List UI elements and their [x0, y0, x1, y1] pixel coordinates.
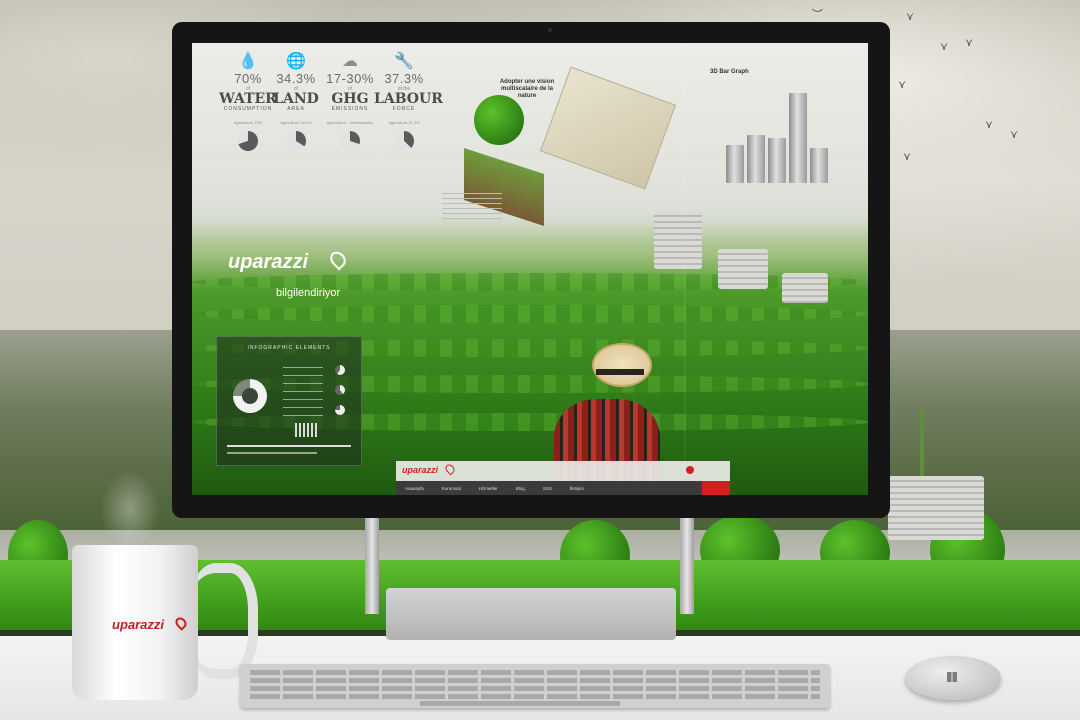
- crop-row: [192, 305, 868, 323]
- bar-3d: [726, 145, 744, 183]
- stat-title: LABOUR: [374, 91, 443, 107]
- navbar-logo[interactable]: uparazzi: [402, 465, 438, 475]
- stat-percent: 17-30%: [326, 71, 374, 86]
- bird-icon: ⋎: [898, 79, 907, 91]
- stat-pie: [394, 131, 414, 151]
- webcam-icon: [548, 28, 552, 32]
- stat-pie: [286, 131, 306, 151]
- glare: [684, 43, 686, 495]
- stat-pie: [238, 131, 258, 151]
- stat-subtitle: EMISSIONS: [331, 106, 369, 112]
- donut-chart-icon: [233, 379, 267, 413]
- stat-title: LAND: [273, 91, 319, 107]
- bar-3d: [810, 148, 828, 183]
- location-pin-icon: [327, 248, 349, 271]
- bird-icon: ⋎: [1010, 129, 1019, 141]
- tree-illustration: [474, 95, 524, 145]
- hat-band: [596, 369, 644, 375]
- stat-labour: 🔧 37.3% of the LABOUR FORCE Agriculture …: [374, 51, 443, 151]
- monitor-stand-arm: [365, 516, 379, 614]
- stat-percent: 37.3%: [384, 71, 424, 86]
- mug-logo: uparazzi: [112, 617, 165, 632]
- spacebar[interactable]: [420, 701, 620, 706]
- monitor-stand-arm: [680, 516, 694, 614]
- mini-pie-icon: [335, 405, 345, 415]
- mini-pie-icon: [335, 385, 345, 395]
- navbar-menu: Anasayfa Kurumsal Hizmetler Blog SSS İle…: [396, 481, 730, 495]
- bar-3d: [789, 93, 807, 183]
- menu-item-sss[interactable]: SSS: [534, 486, 561, 491]
- bird-icon: ⋎: [940, 41, 949, 53]
- progress-line: [227, 452, 317, 454]
- keyboard[interactable]: [240, 664, 830, 708]
- windows-logo-icon: [947, 672, 957, 682]
- coin-stack: [888, 476, 984, 540]
- coin-stack: [718, 249, 768, 289]
- farmer-hat: [592, 343, 652, 387]
- infographic-panel: INFOGRAPHIC ELEMENTS: [216, 336, 362, 466]
- bird-icon: ⋎: [906, 11, 915, 23]
- website-navbar: uparazzi Anasayfa Kurumsal Hizmetler Blo…: [396, 461, 730, 495]
- mouse[interactable]: [905, 656, 1001, 700]
- stat-percent: 34.3%: [276, 71, 316, 86]
- bar-graph-3d: [726, 83, 836, 183]
- stat-title: GHG: [331, 91, 369, 107]
- menu-item-blog[interactable]: Blog: [507, 486, 534, 491]
- mini-bar-chart-icon: [295, 423, 319, 437]
- plant-sprout: [920, 410, 924, 476]
- infographic-title: INFOGRAPHIC ELEMENTS: [247, 345, 331, 351]
- bird-icon: ︶: [812, 9, 823, 21]
- menu-item-anasayfa[interactable]: Anasayfa: [396, 486, 433, 491]
- globe-icon: 🌐: [286, 53, 306, 70]
- bar-3d: [747, 135, 765, 183]
- menu-item-kurumsal[interactable]: Kurumsal: [433, 486, 470, 491]
- mini-pie-icon: [335, 365, 345, 375]
- monitor-screen: 💧 70% of WATER CONSUMPTION Agriculture 7…: [192, 43, 868, 495]
- stat-note: Agriculture · Deforestation: [326, 120, 374, 125]
- menu-cta-button[interactable]: [702, 481, 730, 495]
- key-row[interactable]: [250, 694, 820, 699]
- navbar-top: uparazzi: [396, 461, 730, 481]
- key-row[interactable]: [250, 670, 820, 675]
- alert-icon[interactable]: [686, 466, 694, 474]
- progress-line: [227, 445, 351, 447]
- cloud-icon: ☁: [342, 53, 358, 70]
- brand-tagline: bilgilendiriyor: [276, 287, 341, 299]
- key-row[interactable]: [250, 678, 820, 683]
- bird-icon: ⋎: [903, 151, 912, 163]
- coin-stack: [654, 211, 702, 269]
- coffee-mug: uparazzi: [72, 545, 198, 700]
- coin-stack: [782, 273, 828, 303]
- monitor-base: [386, 588, 676, 640]
- mug-handle: [188, 563, 258, 679]
- stat-land: 🌐 34.3% of LAND AREA Agriculture 34.3%: [266, 51, 326, 151]
- steam: [100, 470, 160, 550]
- stat-ghg: ☁ 17-30% of GHG EMISSIONS Agriculture · …: [320, 51, 380, 151]
- menu-item-iletisim[interactable]: İletişim: [561, 486, 593, 491]
- location-pin-icon: [173, 615, 189, 631]
- chart-title: 3D Bar Graph: [710, 69, 749, 75]
- key-row[interactable]: [250, 686, 820, 691]
- bird-icon: ⋎: [965, 37, 974, 49]
- stat-pie: [340, 131, 360, 151]
- bird-icon: ⋎: [985, 119, 994, 131]
- stat-note: Agriculture 37.3%: [388, 120, 420, 125]
- stat-note: Agriculture 34.3%: [280, 120, 312, 125]
- location-pin-icon: [443, 462, 457, 476]
- brand-logo: uparazzi: [228, 251, 309, 273]
- bar-3d: [768, 138, 786, 183]
- menu-item-hizmetler[interactable]: Hizmetler: [470, 486, 507, 491]
- wrench-icon: 🔧: [394, 53, 414, 70]
- text-block: [442, 193, 502, 223]
- legend-lines: [283, 367, 323, 417]
